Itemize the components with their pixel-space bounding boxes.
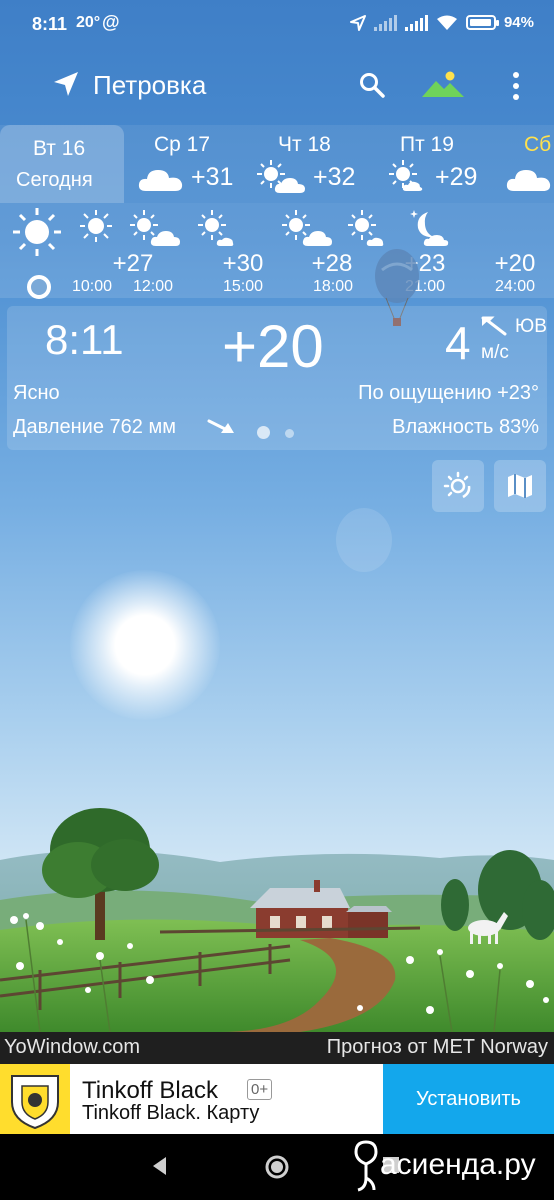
hourly-forecast-strip: +27 +30 +28 +23 +20 10:00 12:00 15:00 18… [0,203,554,299]
status-time: 8:11 [32,14,68,34]
partly-cloudy-icon [282,210,332,246]
day-tab[interactable]: Чт 18 +32 [248,125,372,203]
hour-time: 10:00 [71,278,113,295]
hour-time: 15:00 [222,278,264,295]
age-rating-badge: 0+ [247,1079,273,1100]
signal-icon [404,14,428,31]
forecast-source[interactable]: Прогноз от MET Norway [327,1036,548,1059]
weather-condition: Ясно [13,382,60,404]
daily-forecast-strip: Вт 16 Сегодня Ср 17 +31 Чт 18 +32 Пт 19 … [0,125,554,203]
ad-subtitle: Tinkoff Black. Карту [82,1102,260,1124]
status-bar: 8:11 20° @ 94% [0,0,554,50]
moon [336,508,392,572]
day-label-today: Сегодня [16,169,93,191]
battery-icon [465,15,499,30]
status-icons: 94% [349,14,534,31]
signal-icon [373,14,397,31]
partly-cloudy-icon [257,160,305,193]
wind-direction: ЮВ [515,316,547,337]
wind-direction-arrow-icon [481,316,507,336]
pressure: Давление 762 мм [13,416,176,438]
ad-title: Tinkoff Black [82,1077,219,1104]
hour-temperature: +30 [222,250,264,277]
landscape-scene [0,808,554,1032]
wind-unit: м/с [481,342,509,363]
ad-banner[interactable]: Tinkoff Black 0+ Tinkoff Black. Карту Ус… [0,1064,554,1134]
partly-cloudy-icon [130,210,180,246]
hour-time: 18:00 [312,278,354,295]
feels-like: По ощущению +23° [358,382,539,404]
moon-cloud-icon [410,210,449,246]
credit-bar: YoWindow.com Прогноз от MET Norway [0,1032,554,1064]
wifi-icon [436,15,457,30]
hour-temperature: +20 [494,250,536,277]
hour-time: 24:00 [494,278,536,295]
location-arrow-icon [349,14,366,31]
map-icon [508,474,532,498]
search-icon[interactable] [358,71,386,99]
status-temperature: 20° [76,14,101,31]
day-name: Пт 19 [400,133,454,156]
current-weather-panel[interactable]: 8:11 +20 4 ЮВ м/с Ясно По ощущению +23° … [7,306,547,450]
landscape-icon[interactable] [422,69,464,99]
partly-cloudy-icon [389,160,423,191]
current-time-marker [27,275,51,299]
day-name-weekend: Сб [524,133,552,156]
system-nav-bar: асиенда.ру [0,1134,554,1200]
day-temperature: +29 [435,163,478,191]
humidity: Влажность 83% [392,416,539,438]
page-indicator-active[interactable] [257,426,270,439]
wind-speed: 4 [445,317,471,369]
day-temperature: +31 [191,163,234,191]
hour-temperature: +27 [112,250,154,277]
sun-icon [198,210,234,246]
map-button[interactable] [494,460,546,512]
day-name: Чт 18 [278,133,331,156]
day-temperature: +32 [313,163,356,191]
more-vertical-icon[interactable] [510,71,522,101]
watermark-logo [354,1140,378,1192]
current-temperature: +20 [222,313,324,380]
day-tab[interactable]: Пт 19 +29 [372,125,496,203]
cloudy-icon [138,170,183,191]
home-icon[interactable] [264,1154,290,1180]
sun-icon [348,210,384,246]
pressure-trend-arrow-icon [207,419,234,433]
tinkoff-logo [0,1064,70,1134]
sun-radar-icon [443,471,471,499]
page-indicator[interactable] [285,429,294,438]
navigation-arrow-icon[interactable] [52,70,80,98]
sun-icon [13,208,61,256]
cloudy-icon [506,170,551,191]
day-name: Вт 16 [33,137,86,160]
day-tab[interactable]: Сб [496,125,554,203]
hour-temperature: +28 [311,250,353,277]
day-name: Ср 17 [154,133,211,156]
day-tab[interactable]: Ср 17 +31 [124,125,248,203]
hour-time: 12:00 [132,278,174,295]
day-tab-today[interactable]: Вт 16 Сегодня [0,125,124,203]
at-icon: @ [102,12,120,32]
current-time: 8:11 [45,316,124,363]
sun-icon [80,210,112,242]
yowindow-link[interactable]: YoWindow.com [4,1036,140,1059]
sun-radar-button[interactable] [432,460,484,512]
back-icon[interactable] [150,1154,170,1178]
battery-percent: 94% [503,14,534,31]
watermark-text: асиенда.ру [380,1148,536,1181]
install-button[interactable]: Установить [383,1064,554,1134]
location-name[interactable]: Петровка [93,70,206,101]
sun [70,570,220,720]
app-bar: Петровка [0,55,554,115]
